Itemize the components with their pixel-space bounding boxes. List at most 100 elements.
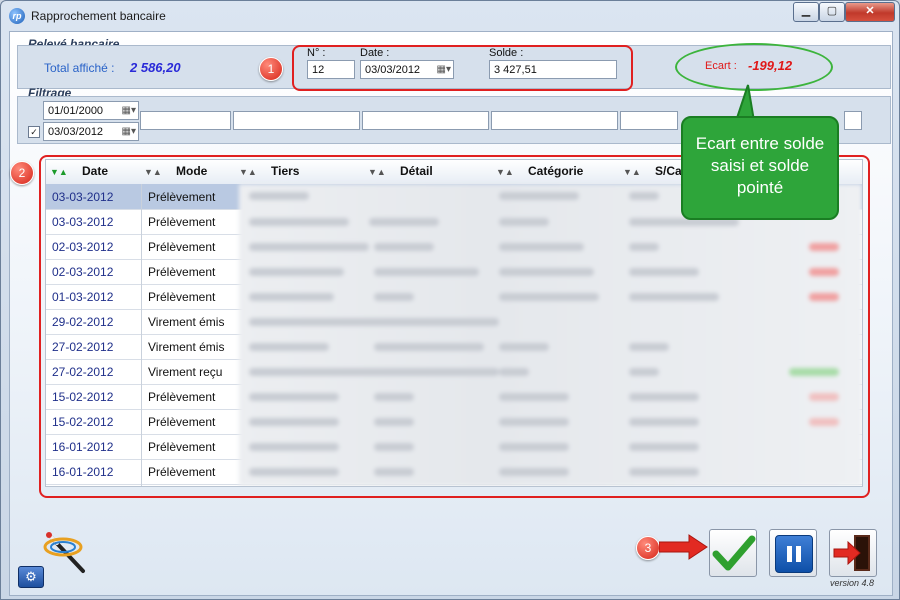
sort-icon[interactable]: ▼▲ (144, 167, 162, 177)
blurred-text (249, 443, 339, 451)
filter-field-detail[interactable] (233, 111, 360, 130)
app-icon: rp (9, 8, 25, 24)
app-window: rp Rapprochement bancaire ▁ ▢ ✕ Relevé b… (0, 0, 900, 600)
blurred-text (249, 192, 309, 200)
sort-icon[interactable]: ▼▲ (496, 167, 514, 177)
cell-mode: Prélèvement (148, 240, 216, 254)
blurred-text (249, 393, 339, 401)
col-header-categorie[interactable]: Catégorie (528, 164, 583, 178)
filter-field-tiers[interactable] (140, 111, 231, 130)
cell-mode: Prélèvement (148, 465, 216, 479)
blurred-text (249, 243, 369, 251)
blurred-text (374, 293, 414, 301)
blurred-text (374, 243, 434, 251)
cell-date: 27-02-2012 (52, 365, 114, 379)
blurred-text (629, 268, 699, 276)
pause-button[interactable] (769, 529, 817, 577)
cell-date: 15-02-2012 (52, 390, 114, 404)
ecart-label: Ecart : (705, 60, 737, 72)
col-header-souscategorie[interactable]: S/Ca (655, 164, 682, 178)
calendar-icon[interactable]: ▦▾ (118, 104, 136, 117)
blurred-text (249, 268, 344, 276)
filter-field-last[interactable] (844, 111, 862, 130)
annotation-badge-3: 3 (636, 536, 660, 560)
annotation-badge-1: 1 (259, 57, 283, 81)
blurred-text (499, 343, 549, 351)
blurred-text (499, 393, 569, 401)
date-picker[interactable]: 03/03/2012 ▦▾ (360, 60, 454, 79)
cell-date: 02-03-2012 (52, 240, 114, 254)
date-label: Date : (360, 47, 390, 59)
blurred-text (629, 343, 669, 351)
magic-wand-icon[interactable] (41, 529, 95, 579)
blurred-text (629, 393, 699, 401)
blurred-text (499, 293, 599, 301)
minimize-button[interactable]: ▁ (793, 2, 819, 22)
col-header-date[interactable]: Date (82, 164, 108, 178)
col-header-mode[interactable]: Mode (176, 164, 207, 178)
cell-mode: Prélèvement (148, 440, 216, 454)
calendar-icon[interactable]: ▦▾ (118, 125, 136, 138)
num-input[interactable]: 12 (307, 60, 355, 79)
blurred-text (374, 343, 484, 351)
blurred-text (249, 368, 499, 376)
blurred-text (629, 368, 659, 376)
blurred-text (629, 293, 719, 301)
window-title: Rapprochement bancaire (31, 9, 166, 23)
filter-field-categorie[interactable] (362, 111, 489, 130)
maximize-button[interactable]: ▢ (819, 2, 845, 22)
blurred-text (629, 243, 659, 251)
cell-date: 16-01-2012 (52, 440, 114, 454)
blurred-text (499, 268, 594, 276)
checkmark-icon (712, 535, 756, 571)
cell-date: 27-02-2012 (52, 340, 114, 354)
col-header-detail[interactable]: Détail (400, 164, 433, 178)
solde-input[interactable]: 3 427,51 (489, 60, 617, 79)
pause-icon (775, 535, 813, 573)
cell-date: 03-03-2012 (52, 215, 114, 229)
sort-icon[interactable]: ▼▲ (239, 167, 257, 177)
blurred-text (249, 318, 499, 326)
blurred-amount (809, 243, 839, 251)
sort-icon[interactable]: ▼▲ (368, 167, 386, 177)
filter-field-souscategorie[interactable] (491, 111, 618, 130)
blurred-text (499, 192, 579, 200)
col-header-tiers[interactable]: Tiers (271, 164, 299, 178)
close-button[interactable]: ✕ (845, 2, 895, 22)
title-bar[interactable]: rp Rapprochement bancaire ▁ ▢ ✕ (1, 1, 899, 31)
blurred-text (499, 418, 569, 426)
blurred-text (374, 468, 414, 476)
cell-date: 01-03-2012 (52, 290, 114, 304)
blurred-text (249, 343, 329, 351)
blurred-content (239, 184, 862, 486)
cell-mode: Prélèvement (148, 190, 216, 204)
blurred-text (629, 468, 699, 476)
cell-mode: Prélèvement (148, 265, 216, 279)
callout-text: Ecart entre solde saisi et solde pointé (695, 134, 825, 197)
calendar-icon[interactable]: ▦▾ (433, 63, 451, 76)
filter-date-to-value: 03/03/2012 (48, 126, 104, 138)
filter-date-to-checkbox[interactable]: ✓ (28, 126, 40, 138)
ecart-callout: Ecart entre solde saisi et solde pointé (681, 116, 839, 220)
filter-date-to[interactable]: 03/03/2012 ▦▾ (43, 122, 139, 141)
cell-date: 16-01-2012 (52, 465, 114, 479)
filter-field-extra[interactable] (620, 111, 678, 130)
column-divider (141, 184, 142, 486)
total-affiche-value: 2 586,20 (130, 60, 181, 75)
sort-active-icon[interactable]: ▼▲ (50, 167, 68, 177)
blurred-text (369, 218, 439, 226)
arrow-pointer-icon (659, 534, 708, 560)
exit-button[interactable] (829, 529, 877, 577)
cell-mode: Prélèvement (148, 215, 216, 229)
blurred-text (249, 418, 339, 426)
settings-gear-icon[interactable]: ⚙ (18, 566, 44, 588)
validate-button[interactable] (709, 529, 757, 577)
blurred-amount (789, 368, 839, 376)
filter-date-from[interactable]: 01/01/2000 ▦▾ (43, 101, 139, 120)
version-label: version 4.8 (830, 578, 875, 588)
solde-label: Solde : (489, 47, 524, 59)
date-value: 03/03/2012 (365, 64, 421, 76)
cell-mode: Prélèvement (148, 390, 216, 404)
blurred-text (249, 293, 334, 301)
sort-icon[interactable]: ▼▲ (623, 167, 641, 177)
